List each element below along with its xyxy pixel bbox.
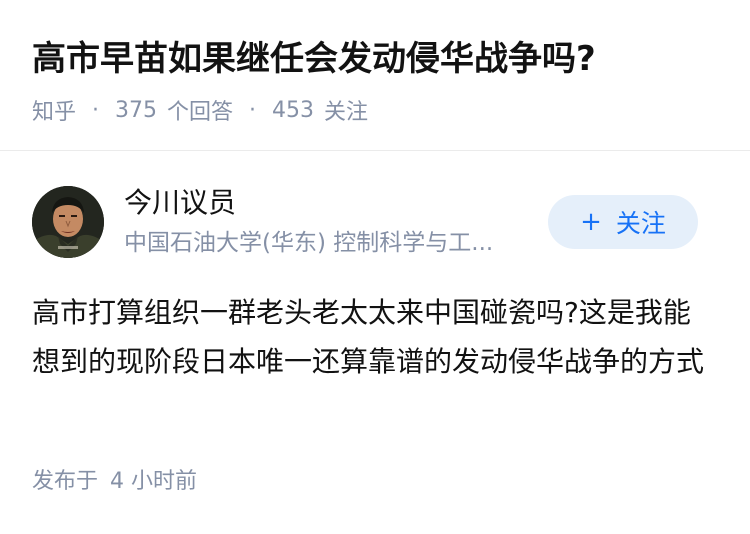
answer-timestamp: 发布于 4 小时前 bbox=[32, 465, 197, 499]
author-name[interactable]: 今川议员 bbox=[124, 184, 236, 222]
follow-button[interactable]: + 关注 bbox=[548, 195, 698, 249]
author-headline: 中国石油大学(华东) 控制科学与工... bbox=[124, 230, 494, 256]
question-header: 高市早苗如果继任会发动侵华战争吗? 知乎 · 375 个回答 · 453 关注 bbox=[0, 0, 750, 150]
plus-icon: + bbox=[580, 207, 602, 237]
follower-count: 453 bbox=[272, 97, 315, 123]
meta-separator: · bbox=[249, 97, 257, 123]
answer-card: 今川议员 中国石油大学(华东) 控制科学与工... + 关注 高市打算组织一群老… bbox=[0, 151, 750, 534]
avatar[interactable] bbox=[32, 186, 104, 258]
question-title[interactable]: 高市早苗如果继任会发动侵华战争吗? bbox=[32, 36, 596, 82]
meta-separator: · bbox=[92, 97, 100, 123]
follower-count-label: 关注 bbox=[324, 100, 369, 125]
site-name[interactable]: 知乎 bbox=[32, 94, 76, 126]
answer-content[interactable]: 高市打算组织一群老头老太太来中国碰瓷吗?这是我能想到的现阶段日本唯一还算靠谱的发… bbox=[32, 288, 718, 386]
timestamp-value: 4 小时前 bbox=[110, 469, 198, 494]
timestamp-prefix: 发布于 bbox=[32, 469, 99, 494]
avatar-portrait-icon bbox=[32, 186, 104, 258]
answer-count: 375 bbox=[115, 97, 158, 123]
question-meta: 知乎 · 375 个回答 · 453 关注 bbox=[32, 94, 368, 126]
answer-count-label: 个回答 bbox=[167, 100, 234, 125]
follow-button-label: 关注 bbox=[615, 209, 666, 238]
